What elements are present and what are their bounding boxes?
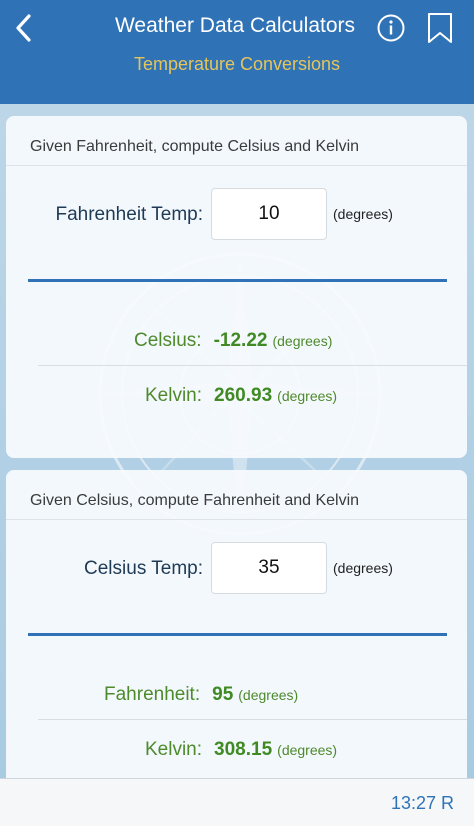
fahrenheit-result-label: Fahrenheit:	[104, 684, 201, 705]
kelvin-result-value: 260.93	[214, 385, 273, 406]
back-button[interactable]	[8, 10, 40, 46]
kelvin-result-unit: (degrees)	[277, 742, 338, 758]
kelvin-result-label: Kelvin:	[145, 385, 203, 406]
fahrenheit-result-unit: (degrees)	[238, 687, 299, 703]
card-header: Given Celsius, compute Fahrenheit and Ke…	[6, 470, 467, 520]
celsius-temp-input[interactable]	[211, 542, 327, 594]
section-divider	[28, 279, 447, 282]
fahrenheit-input-unit: (degrees)	[333, 206, 393, 222]
card-header-text: Given Celsius, compute Fahrenheit and Ke…	[30, 492, 360, 509]
row-separator	[38, 719, 467, 720]
bookmark-icon	[428, 13, 452, 43]
celsius-result-row: Celsius: -12.22 (degrees)	[134, 330, 332, 352]
info-button[interactable]	[376, 13, 406, 43]
navigation-bar: Weather Data Calculators Temperature Con…	[0, 0, 474, 104]
section-divider	[28, 633, 447, 636]
kelvin-result-value: 308.15	[214, 739, 273, 760]
kelvin-result-row: Kelvin: 308.15 (degrees)	[145, 739, 337, 761]
clock-text: 13:27 R	[390, 793, 454, 813]
celsius-result-value: -12.22	[213, 330, 268, 351]
card-header: Given Fahrenheit, compute Celsius and Ke…	[6, 116, 467, 166]
kelvin-result-unit: (degrees)	[277, 388, 338, 404]
content-area: Given Fahrenheit, compute Celsius and Ke…	[0, 104, 474, 778]
fahrenheit-temp-input[interactable]	[211, 188, 327, 240]
card-header-text: Given Fahrenheit, compute Celsius and Ke…	[30, 138, 360, 155]
kelvin-result-label: Kelvin:	[145, 739, 203, 760]
bottom-bar: 13:27 R	[0, 778, 474, 826]
fahrenheit-to-celsius-card: Given Fahrenheit, compute Celsius and Ke…	[6, 116, 467, 458]
bookmark-button[interactable]	[426, 12, 454, 44]
page-subtitle: Temperature Conversions	[133, 54, 341, 74]
fahrenheit-temp-label: Fahrenheit Temp:	[55, 204, 203, 225]
fahrenheit-result-value: 95	[212, 684, 234, 705]
chevron-left-icon	[16, 14, 31, 42]
celsius-result-label: Celsius:	[134, 330, 202, 351]
celsius-result-unit: (degrees)	[272, 333, 333, 349]
fahrenheit-result-row: Fahrenheit: 95 (degrees)	[104, 684, 298, 706]
page-title: Weather Data Calculators	[114, 14, 356, 37]
celsius-input-unit: (degrees)	[333, 560, 393, 576]
row-separator	[38, 365, 467, 366]
celsius-temp-label: Celsius Temp:	[84, 558, 203, 579]
celsius-to-fahrenheit-card: Given Celsius, compute Fahrenheit and Ke…	[6, 470, 467, 778]
info-circle-icon	[377, 14, 405, 42]
kelvin-result-row: Kelvin: 260.93 (degrees)	[145, 385, 337, 407]
